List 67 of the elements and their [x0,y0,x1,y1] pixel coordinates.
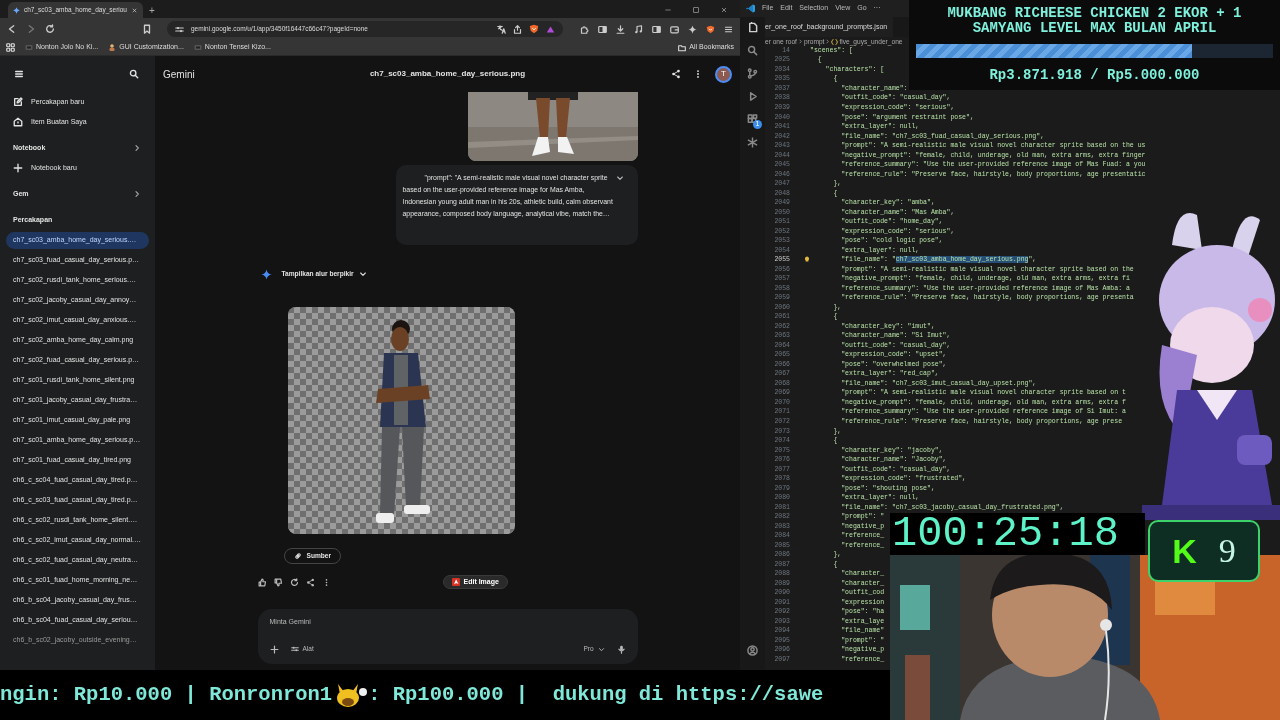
translate-icon[interactable] [497,24,506,34]
sidebar-icon[interactable] [652,24,661,34]
bookmark-icon[interactable] [142,24,152,34]
chevron-right-icon [133,144,141,152]
branch-icon[interactable] [747,68,758,79]
wallet-icon[interactable] [670,24,679,34]
sparkle-icon [13,6,20,14]
logo-icon [746,4,755,13]
triangle-icon[interactable] [546,24,555,34]
reload-icon[interactable] [289,577,299,587]
favicon-icon [193,44,202,51]
search-icon[interactable] [747,45,758,56]
close-icon[interactable] [720,6,728,14]
edit-icon [13,97,23,107]
shield-icon[interactable] [706,24,715,34]
thumbs-up-icon[interactable] [257,577,267,587]
forward-icon[interactable] [26,24,36,34]
sparkle-icon [260,268,272,280]
back-icon[interactable] [7,24,17,34]
ticker-text: : Rp100.000 | dukung di https://sawe [368,681,824,708]
shield-icon[interactable] [529,24,539,34]
plus-icon [13,163,23,173]
reload-icon[interactable] [45,24,55,34]
chat-title: ch7_sc03_amba_home_day_serious.png [368,68,527,80]
chevron-right-icon [825,39,831,44]
chevron-down-icon [358,270,367,278]
maximize-icon[interactable] [692,6,700,14]
share-icon[interactable] [305,577,315,587]
counter-logo: K [1172,534,1197,568]
search-icon[interactable] [129,69,139,79]
counter-value: 9 [1218,534,1236,568]
download-icon[interactable] [616,24,625,34]
music-icon[interactable] [634,24,643,34]
sparkle-icon[interactable] [688,24,697,34]
chevron-right-icon [133,190,141,198]
favicon-icon [25,44,33,51]
microphone-icon[interactable] [616,644,626,654]
window-icon[interactable] [598,24,607,34]
pdf-icon [451,578,460,586]
ticker-text: ngin: Rp10.000 | Ronronron1 [0,681,333,708]
menu-icon[interactable] [724,24,733,34]
favicon-icon [108,44,117,51]
chevron-down-icon [597,645,605,653]
tune-icon[interactable] [175,24,184,34]
account-icon[interactable] [747,645,758,656]
goal-amount: Rp3.871.918 / Rp5.000.000 [989,66,1200,85]
apps-icon[interactable] [6,43,15,52]
chevron-right-icon [797,39,803,44]
lightbulb-icon[interactable] [804,256,810,263]
goal-title: MUKBANG RICHEESE CHICKEN 2 EKOR + 1 [947,6,1242,21]
run-icon[interactable] [747,91,758,102]
braces-icon [831,38,839,45]
chevron-down-icon[interactable] [615,174,624,182]
plus-icon[interactable] [269,644,279,654]
timer: 100:25:18 [890,513,1145,555]
avatar[interactable]: T [715,65,732,83]
asterisk-icon[interactable] [747,137,758,148]
goal-title: SAMYANG LEVEL MAX BULAN APRIL [972,21,1217,36]
share-icon[interactable] [671,69,681,79]
tune-icon [290,645,299,654]
new-tab-button[interactable]: + [143,4,161,18]
app-title: Gemini [163,67,196,82]
files-icon[interactable] [747,22,758,33]
share-icon[interactable] [513,24,522,34]
thumbs-down-icon[interactable] [273,577,283,587]
menu-icon[interactable] [14,69,24,79]
folder-icon [678,43,687,52]
